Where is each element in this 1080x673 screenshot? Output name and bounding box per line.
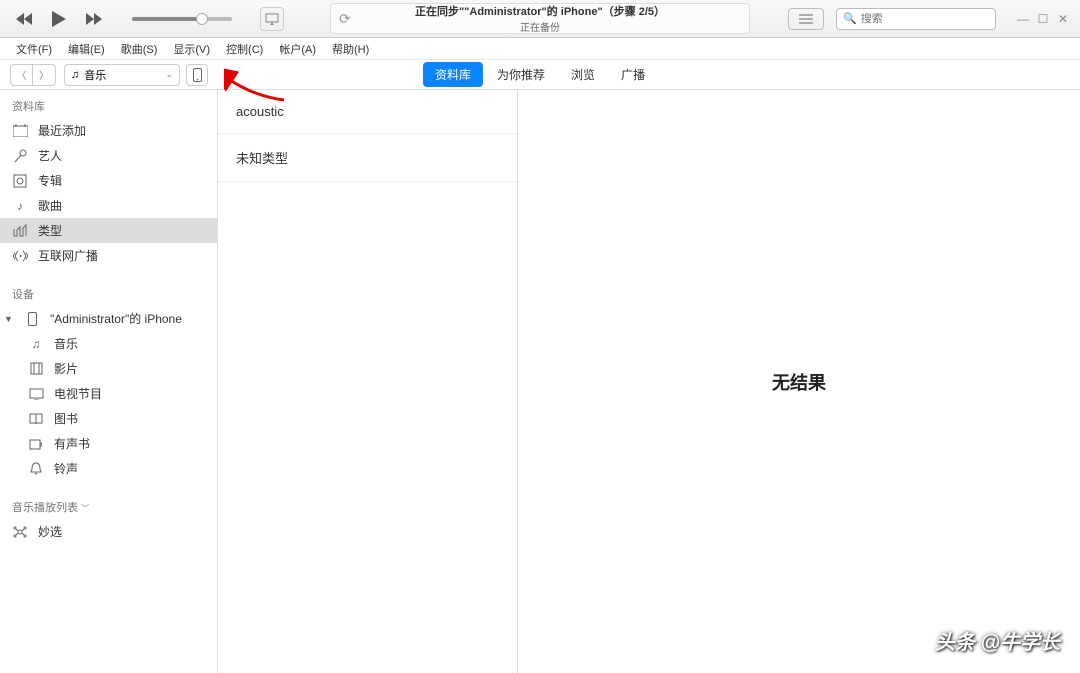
status-title: 正在同步""Administrator"的 iPhone"（步骤 2/5） xyxy=(415,3,665,19)
sidebar-item-label: 音乐 xyxy=(54,335,78,352)
audiobook-icon xyxy=(28,438,44,450)
sidebar-item-label: 妙选 xyxy=(38,523,62,540)
content-pane: 无结果 xyxy=(518,90,1080,673)
playback-controls xyxy=(0,6,284,32)
tab-radio[interactable]: 广播 xyxy=(609,62,657,87)
sidebar-device-tv[interactable]: 电视节目 xyxy=(0,381,217,406)
sidebar-devices-header: 设备 xyxy=(0,282,217,306)
right-controls: 🔍 — ☐ ✕ xyxy=(788,8,1070,30)
film-icon xyxy=(28,362,44,375)
sidebar-device-books[interactable]: 图书 xyxy=(0,406,217,431)
menu-edit[interactable]: 编辑(E) xyxy=(62,39,111,59)
phone-icon xyxy=(24,312,40,326)
sidebar-item-label: 艺人 xyxy=(38,147,62,164)
sidebar-radio[interactable]: 互联网广播 xyxy=(0,243,217,268)
sidebar-device[interactable]: ▼ "Administrator"的 iPhone xyxy=(0,306,217,331)
library-selector[interactable]: ♫ 音乐 ⌄ xyxy=(64,64,180,86)
sidebar-genius[interactable]: 妙选 xyxy=(0,519,217,544)
sidebar-library-header: 资料库 xyxy=(0,94,217,118)
menu-account[interactable]: 帐户(A) xyxy=(273,39,322,59)
search-icon: 🔍 xyxy=(843,12,857,25)
status-display: ⟳ 正在同步""Administrator"的 iPhone"（步骤 2/5） … xyxy=(330,3,750,34)
genre-item[interactable]: acoustic xyxy=(218,90,517,134)
maximize-button[interactable]: ☐ xyxy=(1036,12,1050,26)
chevron-down-icon: ⌄ xyxy=(165,69,173,80)
mic-icon xyxy=(12,149,28,163)
menu-control[interactable]: 控制(C) xyxy=(220,39,269,59)
top-toolbar: ⟳ 正在同步""Administrator"的 iPhone"（步骤 2/5） … xyxy=(0,0,1080,38)
status-subtitle: 正在备份 xyxy=(520,19,560,34)
airplay-button[interactable] xyxy=(260,7,284,31)
next-button[interactable] xyxy=(80,6,106,32)
tab-foryou[interactable]: 为你推荐 xyxy=(485,62,557,87)
device-button[interactable] xyxy=(186,64,208,86)
genre-item[interactable]: 未知类型 xyxy=(218,134,517,182)
sidebar-playlists-header[interactable]: 音乐播放列表 ﹀ xyxy=(0,495,217,519)
sidebar-artists[interactable]: 艺人 xyxy=(0,143,217,168)
chevron-down-icon: ﹀ xyxy=(81,504,89,513)
center-tabs: 资料库 为你推荐 浏览 广播 xyxy=(423,62,657,87)
disclosure-icon[interactable]: ▼ xyxy=(4,314,14,324)
genius-icon xyxy=(12,525,28,539)
main-content: 资料库 最近添加 艺人 专辑 ♪ 歌曲 类型 xyxy=(0,90,1080,673)
library-selector-label: 音乐 xyxy=(84,67,106,83)
watermark: 头条 @牛学长 xyxy=(935,626,1060,655)
recent-icon xyxy=(12,124,28,137)
sidebar-device-music[interactable]: ♫ 音乐 xyxy=(0,331,217,356)
sidebar-item-label: 互联网广播 xyxy=(38,247,98,264)
sidebar-device-tones[interactable]: 铃声 xyxy=(0,456,217,481)
sidebar-item-label: 专辑 xyxy=(38,172,62,189)
tab-library[interactable]: 资料库 xyxy=(423,62,483,87)
window-controls: — ☐ ✕ xyxy=(1016,12,1070,26)
no-results-label: 无结果 xyxy=(772,369,826,395)
tv-icon xyxy=(28,388,44,400)
sidebar-item-label: 类型 xyxy=(38,222,62,239)
song-icon: ♪ xyxy=(12,199,28,213)
nav-buttons: 〈 〉 xyxy=(10,64,56,86)
volume-slider[interactable] xyxy=(124,17,240,21)
sidebar-recent[interactable]: 最近添加 xyxy=(0,118,217,143)
sidebar-device-movies[interactable]: 影片 xyxy=(0,356,217,381)
tab-browse[interactable]: 浏览 xyxy=(559,62,607,87)
sidebar-device-audiobooks[interactable]: 有声书 xyxy=(0,431,217,456)
minimize-button[interactable]: — xyxy=(1016,12,1030,26)
sync-icon: ⟳ xyxy=(339,10,351,27)
sidebar-item-label: 铃声 xyxy=(54,460,78,477)
list-view-button[interactable] xyxy=(788,8,824,30)
sidebar-item-label: "Administrator"的 iPhone xyxy=(50,310,182,327)
prev-button[interactable] xyxy=(12,6,38,32)
menu-help[interactable]: 帮助(H) xyxy=(326,39,375,59)
menu-view[interactable]: 显示(V) xyxy=(167,39,216,59)
search-input[interactable] xyxy=(861,13,989,25)
menu-bar: 文件(F) 编辑(E) 歌曲(S) 显示(V) 控制(C) 帐户(A) 帮助(H… xyxy=(0,38,1080,60)
play-button[interactable] xyxy=(46,6,72,32)
music-icon: ♫ xyxy=(28,337,44,351)
sidebar-songs[interactable]: ♪ 歌曲 xyxy=(0,193,217,218)
radio-icon xyxy=(12,250,28,262)
sidebar-item-label: 有声书 xyxy=(54,435,90,452)
search-box[interactable]: 🔍 xyxy=(836,8,996,30)
nav-forward-button[interactable]: 〉 xyxy=(33,65,55,85)
menu-song[interactable]: 歌曲(S) xyxy=(115,39,164,59)
sidebar-item-label: 歌曲 xyxy=(38,197,62,214)
genre-icon xyxy=(12,224,28,237)
album-icon xyxy=(12,174,28,188)
sidebar: 资料库 最近添加 艺人 专辑 ♪ 歌曲 类型 xyxy=(0,90,218,673)
music-note-icon: ♫ xyxy=(71,69,79,81)
sidebar-item-label: 最近添加 xyxy=(38,122,86,139)
sidebar-item-label: 电视节目 xyxy=(54,385,102,402)
menu-file[interactable]: 文件(F) xyxy=(10,39,58,59)
sidebar-item-label: 图书 xyxy=(54,410,78,427)
book-icon xyxy=(28,413,44,425)
bell-icon xyxy=(28,462,44,475)
sidebar-item-label: 影片 xyxy=(54,360,78,377)
secondary-toolbar: 〈 〉 ♫ 音乐 ⌄ 资料库 为你推荐 浏览 广播 xyxy=(0,60,1080,90)
nav-back-button[interactable]: 〈 xyxy=(11,65,33,85)
sidebar-genres[interactable]: 类型 xyxy=(0,218,217,243)
sidebar-albums[interactable]: 专辑 xyxy=(0,168,217,193)
genre-list: acoustic 未知类型 xyxy=(218,90,518,673)
close-button[interactable]: ✕ xyxy=(1056,12,1070,26)
